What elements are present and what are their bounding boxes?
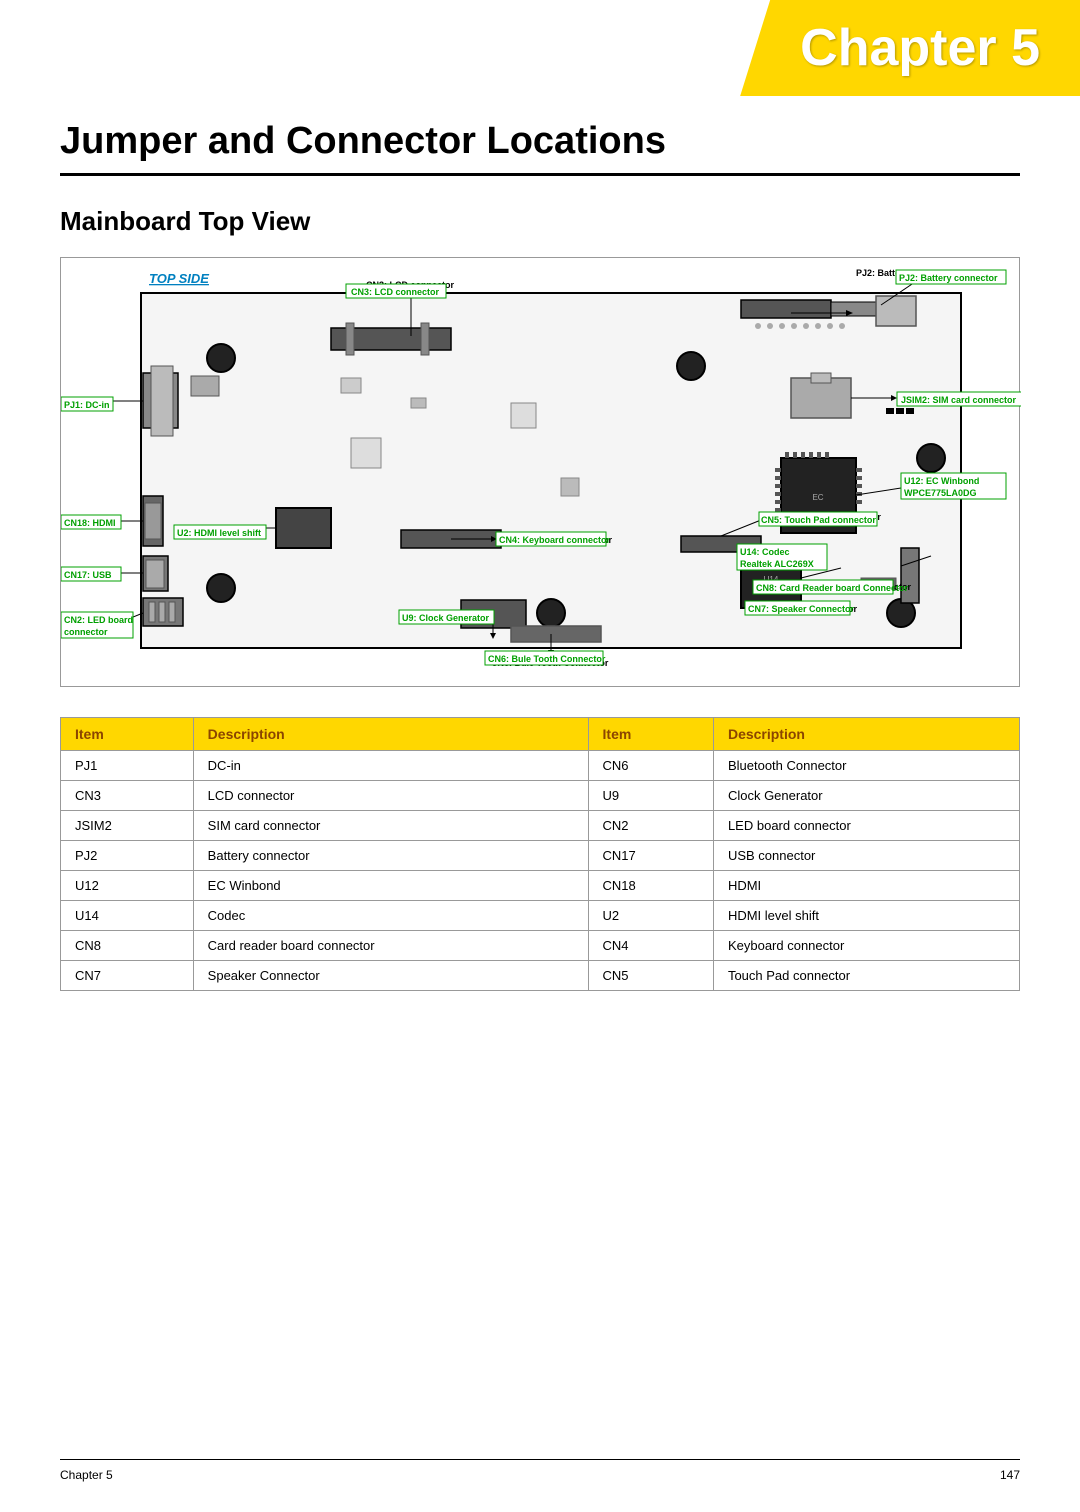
table-cell-desc2: LED board connector bbox=[713, 811, 1019, 841]
table-cell-item1: JSIM2 bbox=[61, 811, 194, 841]
page-content: Jumper and Connector Locations Mainboard… bbox=[0, 0, 1080, 1071]
svg-text:JSIM2: SIM card connector: JSIM2: SIM card connector bbox=[901, 395, 1017, 405]
chapter-title: Chapter 5 bbox=[800, 19, 1040, 77]
col-header-desc2: Description bbox=[713, 718, 1019, 751]
table-row: U12EC WinbondCN18HDMI bbox=[61, 871, 1020, 901]
table-cell-desc2: HDMI bbox=[713, 871, 1019, 901]
table-cell-desc1: SIM card connector bbox=[193, 811, 588, 841]
table-cell-item1: CN7 bbox=[61, 961, 194, 991]
table-cell-item1: PJ1 bbox=[61, 751, 194, 781]
svg-text:CN2: LED board: CN2: LED board bbox=[64, 615, 133, 625]
table-cell-item1: CN3 bbox=[61, 781, 194, 811]
svg-text:CN3: LCD connector: CN3: LCD connector bbox=[351, 287, 440, 297]
table-cell-desc1: Battery connector bbox=[193, 841, 588, 871]
table-cell-item2: U2 bbox=[588, 901, 713, 931]
table-row: CN7Speaker ConnectorCN5Touch Pad connect… bbox=[61, 961, 1020, 991]
table-cell-desc1: DC-in bbox=[193, 751, 588, 781]
table-cell-item2: CN17 bbox=[588, 841, 713, 871]
table-cell-desc2: USB connector bbox=[713, 841, 1019, 871]
section-title: Mainboard Top View bbox=[60, 206, 1020, 237]
table-cell-item2: CN6 bbox=[588, 751, 713, 781]
svg-text:WPCE775LA0DG: WPCE775LA0DG bbox=[904, 488, 977, 498]
table-row: CN8Card reader board connectorCN4Keyboar… bbox=[61, 931, 1020, 961]
table-cell-desc1: EC Winbond bbox=[193, 871, 588, 901]
svg-text:U14: Codec: U14: Codec bbox=[740, 547, 790, 557]
svg-text:CN7: Speaker Connector: CN7: Speaker Connector bbox=[748, 604, 855, 614]
col-header-desc1: Description bbox=[193, 718, 588, 751]
table-row: CN3LCD connectorU9Clock Generator bbox=[61, 781, 1020, 811]
top-side-label: TOP SIDE bbox=[149, 271, 209, 286]
table-cell-item2: CN18 bbox=[588, 871, 713, 901]
footer-right: 147 bbox=[1000, 1468, 1020, 1482]
table-cell-item2: CN2 bbox=[588, 811, 713, 841]
svg-text:EC: EC bbox=[812, 493, 823, 502]
svg-text:CN6: Bule Tooth Connector: CN6: Bule Tooth Connector bbox=[488, 654, 606, 664]
table-row: PJ2Battery connectorCN17USB connector bbox=[61, 841, 1020, 871]
table-cell-item1: U12 bbox=[61, 871, 194, 901]
svg-text:CN8: Card Reader board Connect: CN8: Card Reader board Connector bbox=[756, 583, 909, 593]
connector-table: Item Description Item Description PJ1DC-… bbox=[60, 717, 1020, 991]
table-cell-item1: PJ2 bbox=[61, 841, 194, 871]
svg-text:U9: Clock Generator: U9: Clock Generator bbox=[402, 613, 490, 623]
table-row: JSIM2SIM card connectorCN2LED board conn… bbox=[61, 811, 1020, 841]
svg-text:U2: HDMI level shift: U2: HDMI level shift bbox=[177, 528, 261, 538]
svg-text:CN18: HDMI: CN18: HDMI bbox=[64, 518, 116, 528]
chapter-header: Chapter 5 bbox=[740, 0, 1080, 96]
col-header-item1: Item bbox=[61, 718, 194, 751]
svg-text:U12: EC Winbond: U12: EC Winbond bbox=[904, 476, 979, 486]
svg-text:Realtek ALC269X: Realtek ALC269X bbox=[740, 559, 814, 569]
table-cell-desc1: LCD connector bbox=[193, 781, 588, 811]
table-cell-item2: CN5 bbox=[588, 961, 713, 991]
svg-text:CN4: Keyboard connector: CN4: Keyboard connector bbox=[499, 535, 611, 545]
table-cell-desc2: HDMI level shift bbox=[713, 901, 1019, 931]
table-cell-desc2: Keyboard connector bbox=[713, 931, 1019, 961]
svg-text:CN17: USB: CN17: USB bbox=[64, 570, 112, 580]
table-cell-desc2: Bluetooth Connector bbox=[713, 751, 1019, 781]
table-cell-desc1: Card reader board connector bbox=[193, 931, 588, 961]
svg-text:PJ1: DC-in: PJ1: DC-in bbox=[64, 400, 110, 410]
table-cell-desc2: Clock Generator bbox=[713, 781, 1019, 811]
col-header-item2: Item bbox=[588, 718, 713, 751]
table-cell-desc1: Speaker Connector bbox=[193, 961, 588, 991]
table-cell-desc2: Touch Pad connector bbox=[713, 961, 1019, 991]
table-cell-item1: CN8 bbox=[61, 931, 194, 961]
svg-text:connector: connector bbox=[64, 627, 108, 637]
svg-text:CN5: Touch Pad connector: CN5: Touch Pad connector bbox=[761, 515, 876, 525]
page-footer: Chapter 5 147 bbox=[60, 1459, 1020, 1482]
footer-left: Chapter 5 bbox=[60, 1468, 113, 1482]
table-cell-item2: U9 bbox=[588, 781, 713, 811]
table-cell-item2: CN4 bbox=[588, 931, 713, 961]
table-cell-item1: U14 bbox=[61, 901, 194, 931]
table-row: U14CodecU2HDMI level shift bbox=[61, 901, 1020, 931]
diagram-svg: TOP SIDE bbox=[61, 258, 1021, 688]
svg-text:PJ2: Battery connector: PJ2: Battery connector bbox=[899, 273, 998, 283]
table-cell-desc1: Codec bbox=[193, 901, 588, 931]
board-diagram: TOP SIDE bbox=[60, 257, 1020, 687]
main-title: Jumper and Connector Locations bbox=[60, 120, 1020, 176]
table-row: PJ1DC-inCN6Bluetooth Connector bbox=[61, 751, 1020, 781]
